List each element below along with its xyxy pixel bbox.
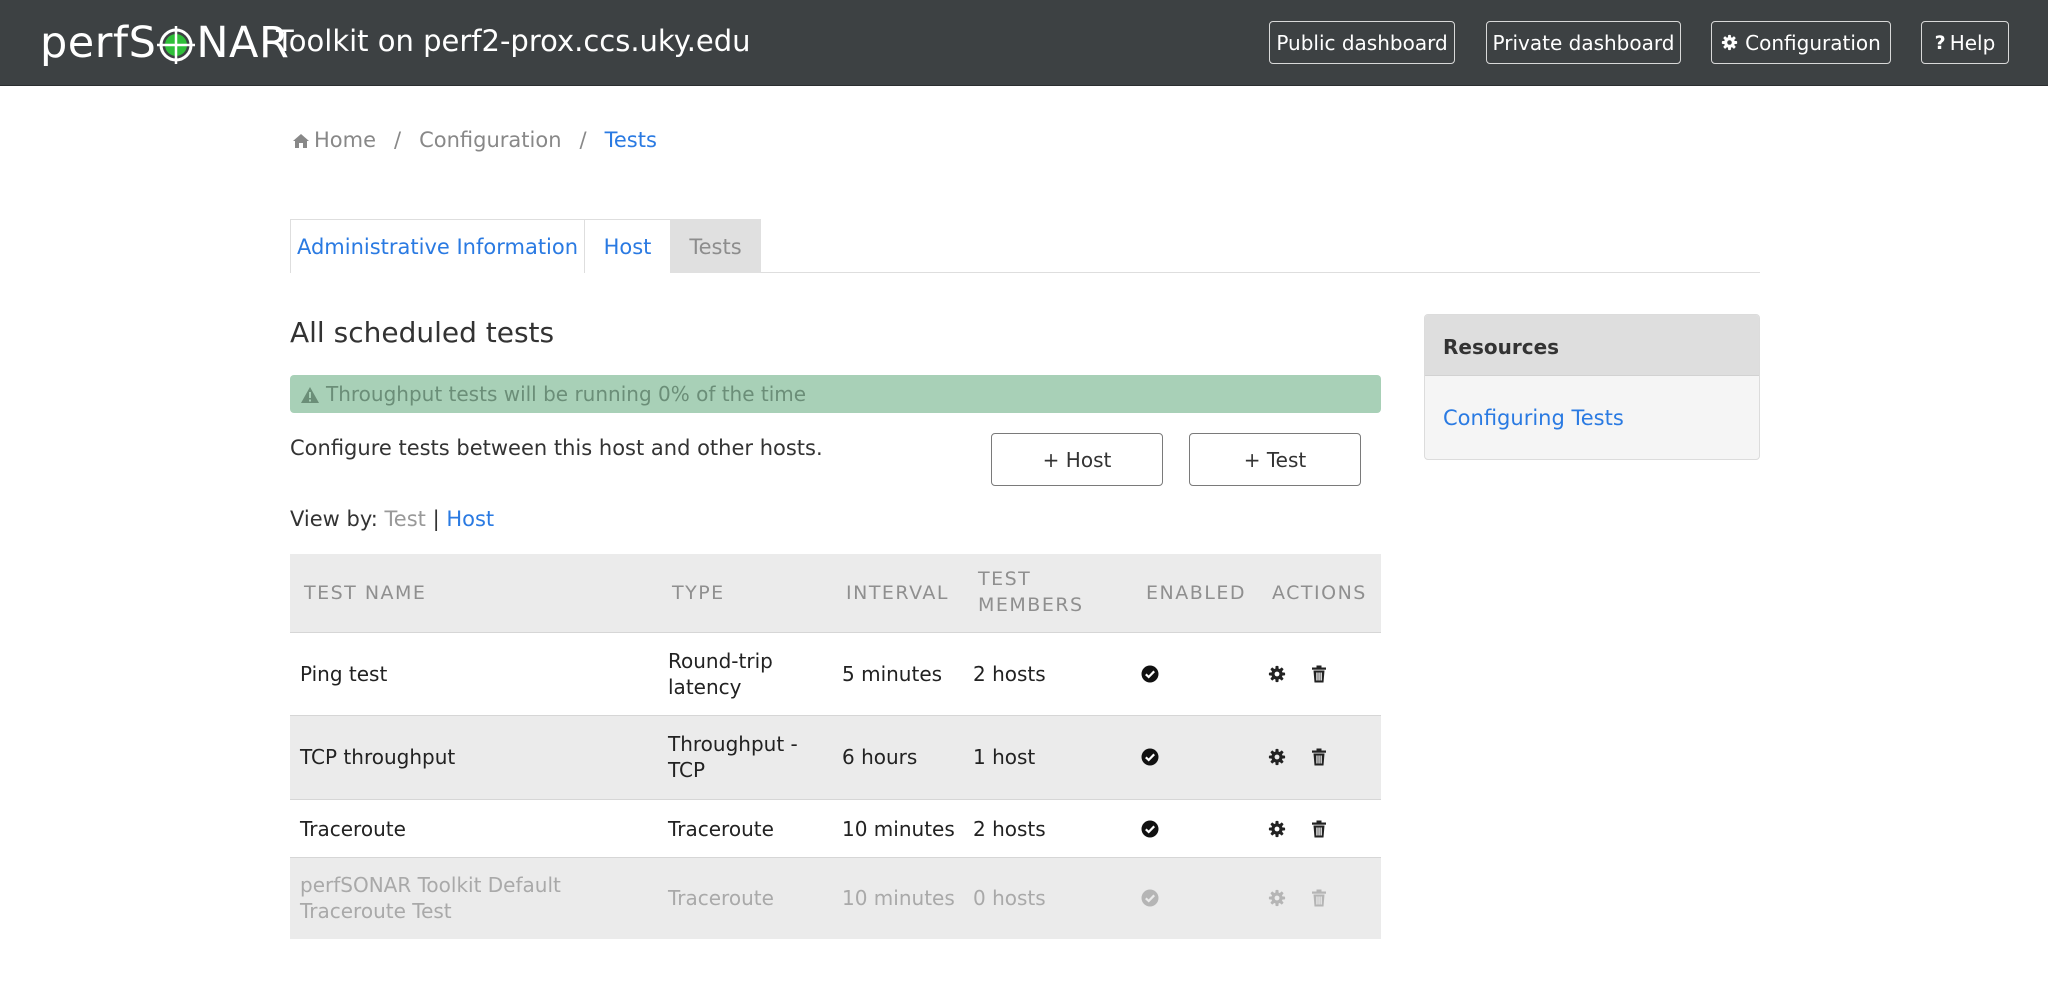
logo-text-prefix: perfS — [40, 18, 157, 68]
throughput-alert: Throughput tests will be running 0% of t… — [290, 375, 1381, 413]
row-members: 2 hosts — [973, 662, 1046, 686]
row-test-name-line1: perfSONAR Toolkit Default — [300, 873, 561, 897]
col-test-members-line2: MEMBERS — [978, 594, 1084, 616]
public-dashboard-label: Public dashboard — [1276, 30, 1448, 55]
row-test-name: TCP throughput — [300, 745, 456, 769]
tests-table: TEST NAME TYPE INTERVAL TEST MEMBERS ENA… — [290, 554, 1381, 939]
row-interval: 10 minutes — [842, 886, 955, 910]
add-test-button[interactable]: + Test — [1189, 433, 1361, 486]
table-row: perfSONAR Toolkit Default Traceroute Tes… — [290, 858, 1381, 939]
configuring-tests-link[interactable]: Configuring Tests — [1443, 406, 1624, 430]
row-interval: 6 hours — [842, 745, 918, 769]
resources-body: Configuring Tests — [1425, 376, 1759, 430]
row-type: Traceroute — [668, 817, 774, 841]
view-by-label: View by: — [290, 507, 378, 531]
settings-gear-icon[interactable] — [1268, 889, 1286, 907]
row-members: 0 hosts — [973, 886, 1046, 910]
alert-text: Throughput tests will be running 0% of t… — [326, 382, 807, 406]
row-type-line1: Throughput - — [668, 732, 798, 756]
tab-tests[interactable]: Tests — [670, 219, 761, 273]
table-row: TCP throughput Throughput - TCP 6 hours … — [290, 716, 1381, 800]
trash-icon[interactable] — [1310, 820, 1328, 838]
warning-icon — [300, 385, 320, 403]
breadcrumb-separator: / — [579, 128, 587, 152]
col-test-name: TEST NAME — [304, 582, 427, 604]
tab-host[interactable]: Host — [584, 219, 671, 273]
row-type-line2: TCP — [668, 758, 706, 782]
private-dashboard-button[interactable]: Private dashboard — [1486, 21, 1681, 64]
col-actions: ACTIONS — [1272, 582, 1367, 604]
row-test-name: Ping test — [300, 662, 388, 686]
row-test-name: Traceroute — [300, 817, 406, 841]
page-title: All scheduled tests — [290, 316, 555, 349]
row-members: 2 hosts — [973, 817, 1046, 841]
trash-icon[interactable] — [1310, 889, 1328, 907]
view-by-host-link[interactable]: Host — [446, 507, 494, 531]
settings-gear-icon[interactable] — [1268, 820, 1286, 838]
row-type-line1: Round-trip — [668, 649, 773, 673]
intro-text: Configure tests between this host and ot… — [290, 436, 823, 460]
config-tabs: Administrative Information Host Tests — [290, 219, 1760, 273]
configuration-button[interactable]: Configuration — [1711, 21, 1891, 64]
col-enabled: ENABLED — [1146, 582, 1246, 604]
row-interval: 10 minutes — [842, 817, 955, 841]
perfsonar-logo[interactable]: perfS NAR — [40, 16, 289, 70]
row-type: Traceroute — [668, 886, 774, 910]
configuration-label: Configuration — [1745, 30, 1881, 55]
enabled-check-icon[interactable] — [1141, 820, 1159, 838]
enabled-check-icon[interactable] — [1141, 889, 1159, 907]
resources-panel: Resources Configuring Tests — [1424, 314, 1760, 460]
breadcrumb-tests: Tests — [604, 128, 657, 152]
settings-gear-icon[interactable] — [1268, 748, 1286, 766]
table-row: Ping test Round-trip latency 5 minutes 2… — [290, 633, 1381, 716]
row-members: 1 host — [973, 745, 1036, 769]
add-host-button[interactable]: + Host — [991, 433, 1163, 486]
private-dashboard-label: Private dashboard — [1492, 30, 1675, 55]
settings-gear-icon[interactable] — [1268, 665, 1286, 683]
table-header: TEST NAME TYPE INTERVAL TEST MEMBERS ENA… — [290, 554, 1381, 633]
col-interval: INTERVAL — [846, 582, 949, 604]
enabled-check-icon[interactable] — [1141, 665, 1159, 683]
row-interval: 5 minutes — [842, 662, 943, 686]
help-button[interactable]: ? Help — [1921, 21, 2009, 64]
breadcrumb-separator: / — [394, 128, 402, 152]
site-title: Toolkit on perf2-prox.ccs.uky.edu — [276, 24, 751, 58]
trash-icon[interactable] — [1310, 665, 1328, 683]
crosshair-icon — [157, 25, 196, 64]
breadcrumb-home[interactable]: Home — [314, 128, 376, 152]
breadcrumb: Home / Configuration / Tests — [292, 128, 657, 152]
table-row: Traceroute Traceroute 10 minutes 2 hosts — [290, 800, 1381, 858]
trash-icon[interactable] — [1310, 748, 1328, 766]
view-by-test[interactable]: Test — [385, 507, 426, 531]
gear-icon — [1721, 34, 1738, 51]
col-test-members-line1: TEST — [978, 568, 1032, 590]
resources-title: Resources — [1425, 315, 1759, 376]
top-navbar: perfS NAR Toolkit on perf2-prox.ccs.uky.… — [0, 0, 2048, 86]
row-test-name-line2: Traceroute Test — [300, 899, 452, 923]
public-dashboard-button[interactable]: Public dashboard — [1269, 21, 1455, 64]
view-by-separator: | — [432, 507, 440, 531]
view-by: View by: Test | Host — [290, 507, 494, 531]
home-icon — [292, 131, 310, 149]
enabled-check-icon[interactable] — [1141, 748, 1159, 766]
row-type-line2: latency — [668, 675, 742, 699]
tab-administrative-information[interactable]: Administrative Information — [290, 219, 585, 273]
help-label: Help — [1949, 30, 1996, 55]
breadcrumb-configuration[interactable]: Configuration — [419, 128, 561, 152]
question-icon: ? — [1934, 31, 1946, 54]
col-type: TYPE — [672, 582, 725, 604]
